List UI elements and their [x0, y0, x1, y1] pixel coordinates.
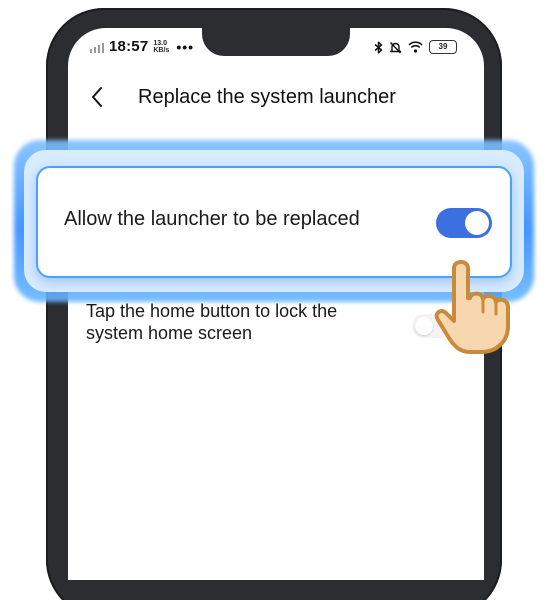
network-speed: 13.0 KB/s: [153, 40, 169, 54]
network-speed-value: 13.0: [153, 39, 167, 47]
network-speed-unit: KB/s: [153, 46, 170, 54]
setting-label: Allow the launcher to be replaced: [64, 208, 360, 230]
battery-icon: 39: [429, 40, 457, 54]
setting-label: Tap the home button to lock the system h…: [86, 301, 338, 343]
more-notifications-icon: •••: [176, 38, 195, 55]
back-chevron-icon: [92, 87, 102, 107]
back-button[interactable]: [86, 82, 108, 112]
mute-icon: [389, 41, 402, 53]
page-title: Replace the system launcher: [138, 85, 396, 108]
toggle-knob: [465, 211, 489, 235]
tutorial-illustration: 18:57 13.0 KB/s ••• 39 Replace the syste…: [0, 0, 552, 600]
phone-notch: [202, 18, 350, 56]
bluetooth-icon: [374, 40, 383, 54]
signal-icon: [90, 41, 104, 53]
status-time: 18:57: [109, 38, 149, 55]
allow-launcher-replace-toggle[interactable]: [436, 208, 492, 238]
status-bar-left: 18:57 13.0 KB/s •••: [90, 38, 194, 55]
wifi-icon: [408, 41, 423, 53]
app-header: Replace the system launcher: [86, 80, 466, 114]
tap-hand-icon: [434, 260, 510, 354]
status-bar-right: 39: [374, 40, 457, 54]
